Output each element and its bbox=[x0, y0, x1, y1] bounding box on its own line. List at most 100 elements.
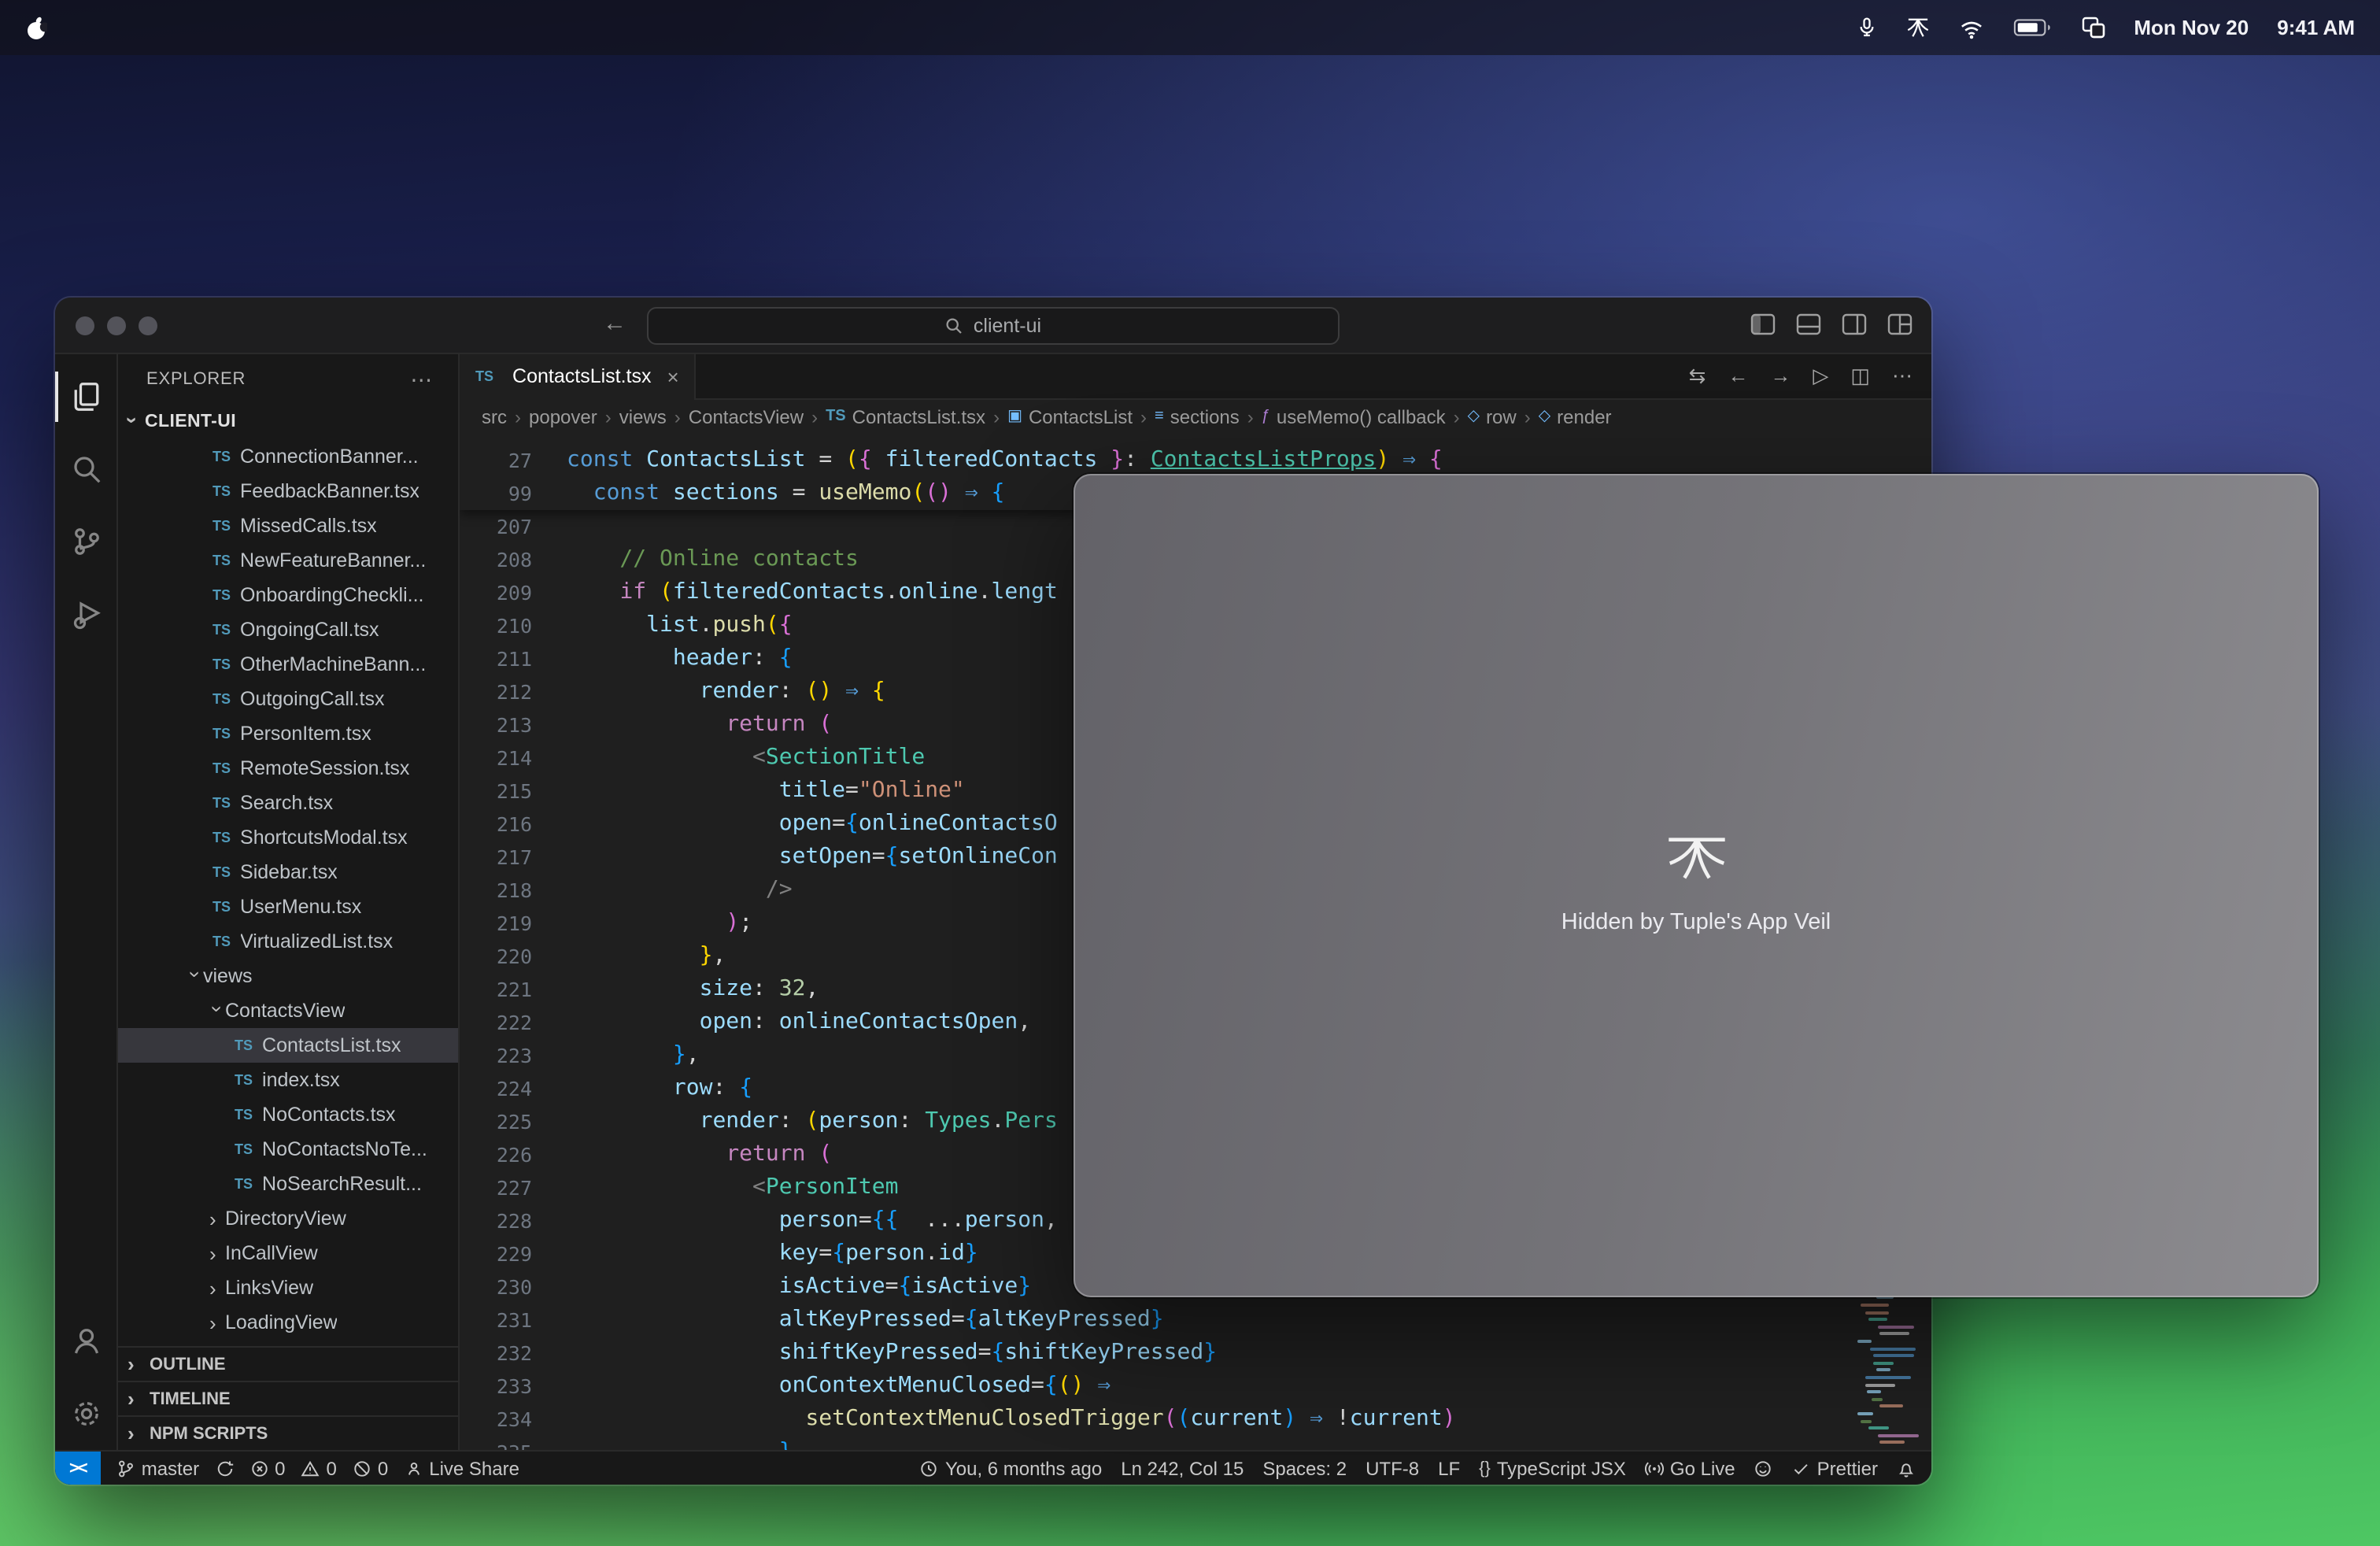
ts-file-icon: TS bbox=[475, 368, 493, 384]
tree-item-label: NewFeatureBanner... bbox=[240, 549, 426, 571]
battery-icon[interactable] bbox=[2012, 17, 2052, 38]
language-mode[interactable]: {}TypeScript JSX bbox=[1479, 1452, 1626, 1485]
tree-file-nocontactsnote[interactable]: TSNoContactsNoTe... bbox=[118, 1132, 458, 1167]
indentation[interactable]: Spaces: 2 bbox=[1262, 1452, 1347, 1485]
tree-file-nosearchresult[interactable]: TSNoSearchResult... bbox=[118, 1167, 458, 1201]
git-branch[interactable]: master bbox=[116, 1452, 199, 1485]
ts-file-icon: TS bbox=[213, 864, 231, 880]
zoom-button[interactable] bbox=[139, 316, 157, 335]
tree-folder-incallview[interactable]: ›InCallView bbox=[118, 1236, 458, 1270]
explorer-icon[interactable] bbox=[55, 361, 117, 433]
tree-folder-loadingview[interactable]: ›LoadingView bbox=[118, 1305, 458, 1340]
section-timeline[interactable]: ›TIMELINE bbox=[118, 1381, 458, 1415]
breadcrumb-contactsview[interactable]: ContactsView bbox=[689, 406, 804, 428]
tree-file-index-tsx[interactable]: TSindex.tsx bbox=[118, 1063, 458, 1097]
tree-file-outgoingcall-tsx[interactable]: TSOutgoingCall.tsx bbox=[118, 682, 458, 716]
microphone-icon[interactable] bbox=[1855, 16, 1877, 39]
history-back-icon[interactable]: ← bbox=[603, 310, 626, 337]
breadcrumb-contactslist[interactable]: ▣ContactsList bbox=[1007, 406, 1133, 428]
breadcrumb-sections[interactable]: ≡sections bbox=[1155, 406, 1240, 428]
more-actions-icon[interactable]: ⋯ bbox=[1892, 364, 1913, 389]
section-outline[interactable]: ›OUTLINE bbox=[118, 1346, 458, 1381]
tree-file-othermachinebann[interactable]: TSOtherMachineBann... bbox=[118, 647, 458, 682]
section-client-ui[interactable]: › CLIENT-UI bbox=[118, 405, 458, 439]
tab-contactslist-tsx[interactable]: TS ContactsList.tsx × bbox=[460, 353, 697, 399]
tree-file-usermenu-tsx[interactable]: TSUserMenu.tsx bbox=[118, 890, 458, 924]
apple-logo[interactable] bbox=[25, 15, 47, 40]
breadcrumb-src[interactable]: src bbox=[482, 406, 507, 428]
git-blame[interactable]: You, 6 months ago bbox=[920, 1452, 1102, 1485]
tuple-veil-window[interactable]: Hidden by Tuple's App Veil bbox=[1074, 474, 2319, 1297]
warning-icon bbox=[301, 1459, 320, 1478]
tree-file-ongoingcall-tsx[interactable]: TSOngoingCall.tsx bbox=[118, 612, 458, 647]
tree-folder-views[interactable]: ›views bbox=[118, 959, 458, 993]
toggle-secondary-sidebar-icon[interactable] bbox=[1842, 313, 1867, 335]
ports[interactable]: 0 bbox=[353, 1452, 388, 1485]
remote-indicator[interactable]: >< bbox=[55, 1452, 101, 1485]
close-button[interactable] bbox=[76, 316, 94, 335]
warnings[interactable]: 0 bbox=[301, 1452, 336, 1485]
close-icon[interactable]: × bbox=[667, 364, 679, 388]
customize-layout-icon[interactable] bbox=[1887, 313, 1913, 335]
account-icon[interactable] bbox=[55, 1305, 117, 1378]
tree-file-newfeaturebanner[interactable]: TSNewFeatureBanner... bbox=[118, 543, 458, 578]
breadcrumb-row[interactable]: ◇row bbox=[1468, 406, 1517, 428]
run-icon[interactable]: ▷ bbox=[1813, 364, 1828, 389]
section-npm-scripts[interactable]: ›NPM SCRIPTS bbox=[118, 1415, 458, 1450]
displays-icon[interactable] bbox=[2080, 16, 2105, 39]
broadcast-icon bbox=[1645, 1459, 1664, 1478]
tree-file-search-tsx[interactable]: TSSearch.tsx bbox=[118, 786, 458, 820]
errors[interactable]: 0 bbox=[249, 1452, 285, 1485]
prettier[interactable]: Prettier bbox=[1792, 1452, 1878, 1485]
tree-file-missedcalls-tsx[interactable]: TSMissedCalls.tsx bbox=[118, 509, 458, 543]
tree-file-onboardingcheckli[interactable]: TSOnboardingCheckli... bbox=[118, 578, 458, 612]
minimize-button[interactable] bbox=[107, 316, 126, 335]
back-icon[interactable]: ← bbox=[1728, 364, 1748, 389]
search-icon[interactable] bbox=[55, 433, 117, 505]
sync-changes[interactable] bbox=[215, 1452, 234, 1485]
tree-file-personitem-tsx[interactable]: TSPersonItem.tsx bbox=[118, 716, 458, 751]
tree-folder-linksview[interactable]: ›LinksView bbox=[118, 1270, 458, 1305]
breadcrumb-popover[interactable]: popover bbox=[529, 406, 597, 428]
tree-file-nocontacts-tsx[interactable]: TSNoContacts.tsx bbox=[118, 1097, 458, 1132]
live-share[interactable]: Live Share bbox=[404, 1452, 519, 1485]
notifications[interactable] bbox=[1897, 1452, 1916, 1485]
tree-file-feedbackbanner-tsx[interactable]: TSFeedbackBanner.tsx bbox=[118, 474, 458, 509]
cursor-position[interactable]: Ln 242, Col 15 bbox=[1121, 1452, 1244, 1485]
more-actions-icon[interactable]: ⋯ bbox=[410, 366, 433, 393]
wifi-icon[interactable] bbox=[1957, 17, 1984, 39]
breadcrumb-render[interactable]: ◇render bbox=[1539, 406, 1612, 428]
breadcrumb-contactslist-tsx[interactable]: TSContactsList.tsx bbox=[826, 406, 985, 428]
forward-icon[interactable]: → bbox=[1770, 364, 1791, 389]
command-center-search[interactable]: client-ui bbox=[647, 307, 1340, 345]
breadcrumb-views[interactable]: views bbox=[619, 406, 667, 428]
tree-item-label: UserMenu.tsx bbox=[240, 896, 361, 918]
menu-bar-date[interactable]: Mon Nov 20 bbox=[2134, 16, 2249, 39]
tree-file-remotesession-tsx[interactable]: TSRemoteSession.tsx bbox=[118, 751, 458, 786]
tree-folder-directoryview[interactable]: ›DirectoryView bbox=[118, 1201, 458, 1236]
source-control-icon[interactable] bbox=[55, 505, 117, 578]
toggle-primary-sidebar-icon[interactable] bbox=[1750, 313, 1776, 335]
encoding[interactable]: UTF-8 bbox=[1366, 1452, 1419, 1485]
tree-file-contactslist-tsx[interactable]: TSContactsList.tsx bbox=[118, 1028, 458, 1063]
breadcrumb-usememo-callback[interactable]: ƒuseMemo() callback bbox=[1262, 406, 1446, 428]
tuple-icon[interactable] bbox=[1905, 17, 1929, 39]
go-live[interactable]: Go Live bbox=[1645, 1452, 1735, 1485]
open-changes-icon[interactable]: ⇆ bbox=[1689, 364, 1706, 389]
chevron-down-icon: › bbox=[184, 971, 208, 986]
settings-gear-icon[interactable] bbox=[55, 1378, 117, 1450]
tree-file-connectionbanner[interactable]: TSConnectionBanner... bbox=[118, 439, 458, 474]
tree-file-virtualizedlist-tsx[interactable]: TSVirtualizedList.tsx bbox=[118, 924, 458, 959]
tree-file-shortcutsmodal-tsx[interactable]: TSShortcutsModal.tsx bbox=[118, 820, 458, 855]
toggle-panel-icon[interactable] bbox=[1796, 313, 1821, 335]
ts-file-icon: TS bbox=[213, 691, 231, 707]
eol-label: LF bbox=[1438, 1457, 1460, 1479]
tree-folder-contactsview[interactable]: ›ContactsView bbox=[118, 993, 458, 1028]
menu-bar-clock[interactable]: 9:41 AM bbox=[2277, 16, 2355, 39]
split-editor-icon[interactable]: ◫ bbox=[1850, 364, 1870, 389]
feedback[interactable] bbox=[1754, 1452, 1773, 1485]
tree-item-label: index.tsx bbox=[262, 1069, 340, 1091]
tree-file-sidebar-tsx[interactable]: TSSidebar.tsx bbox=[118, 855, 458, 890]
eol[interactable]: LF bbox=[1438, 1452, 1460, 1485]
run-and-debug-icon[interactable] bbox=[55, 578, 117, 650]
